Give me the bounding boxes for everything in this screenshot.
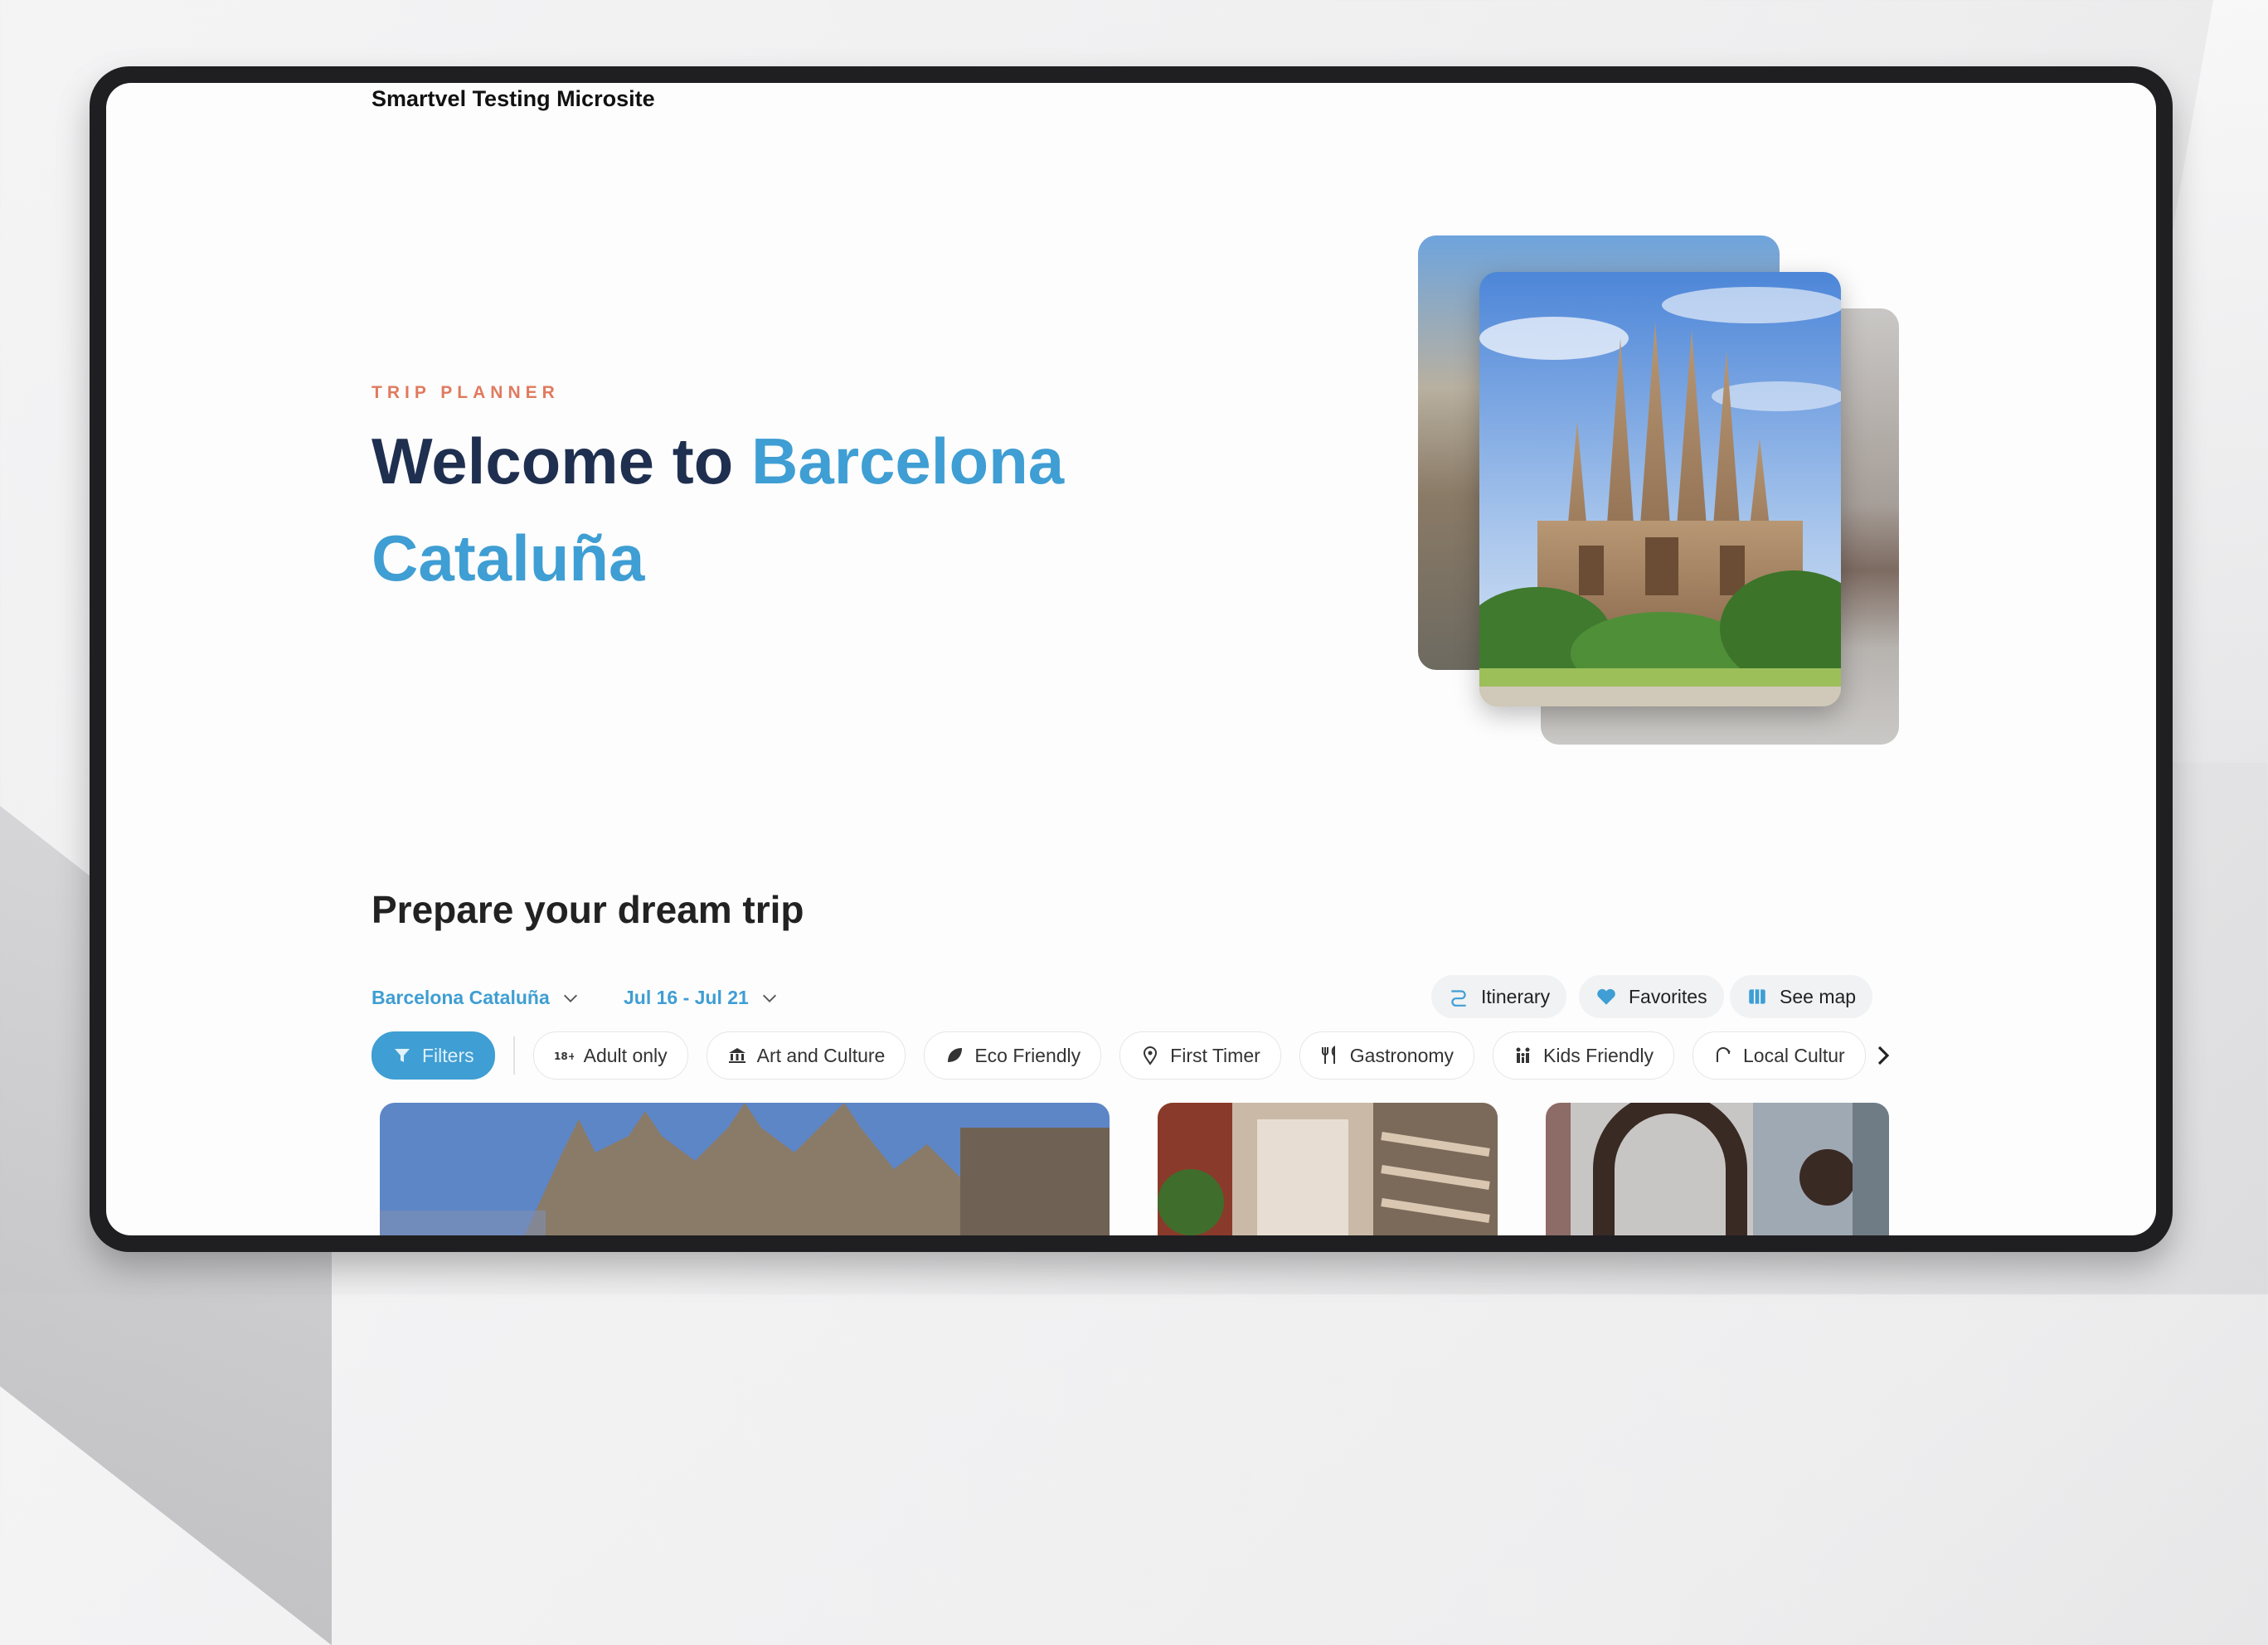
itinerary-label: Itinerary	[1481, 985, 1551, 1007]
card-street-art-image[interactable]	[1546, 1103, 1889, 1235]
favorites-button[interactable]: Favorites	[1579, 975, 1724, 1018]
local-culture-icon	[1716, 1047, 1731, 1062]
chip-label: Kids Friendly	[1543, 1044, 1654, 1066]
chip-kids-friendly[interactable]: Kids Friendly	[1493, 1031, 1674, 1080]
family-icon	[1516, 1047, 1530, 1063]
see-map-button[interactable]: See map	[1730, 975, 1873, 1018]
hero-photo-sagrada-familia	[1479, 272, 1841, 706]
adult-only-18-icon: 18+	[554, 1051, 574, 1062]
hero-eyebrow: TRIP PLANNER	[372, 383, 560, 402]
chip-label: Local Cultur	[1742, 1044, 1845, 1066]
chip-label: Art and Culture	[756, 1044, 886, 1066]
chip-gastronomy[interactable]: Gastronomy	[1299, 1031, 1475, 1080]
leaf-icon	[948, 1048, 963, 1062]
map-icon	[1749, 989, 1765, 1004]
chip-first-timer[interactable]: First Timer	[1119, 1031, 1281, 1080]
category-filter-bar: Filters 18+ Adult only Art and Culture E…	[372, 1031, 1866, 1080]
funnel-icon	[395, 1049, 410, 1062]
chip-local-culture[interactable]: Local Cultur	[1692, 1031, 1866, 1080]
filter-divider	[512, 1036, 515, 1075]
card-cathedral-image[interactable]	[380, 1103, 1110, 1235]
planner-heading: Prepare your dream trip	[372, 888, 804, 931]
chip-label: Eco Friendly	[974, 1044, 1081, 1066]
fork-knife-icon	[1321, 1046, 1335, 1064]
see-map-label: See map	[1780, 985, 1857, 1007]
destination-dropdown[interactable]: Barcelona Cataluña	[372, 987, 580, 1009]
favorites-label: Favorites	[1629, 985, 1707, 1007]
chip-label: Adult only	[583, 1044, 668, 1066]
location-pin-icon	[1144, 1046, 1158, 1065]
itinerary-button[interactable]: Itinerary	[1431, 975, 1567, 1018]
chip-label: First Timer	[1170, 1044, 1260, 1066]
chip-label: Gastronomy	[1349, 1044, 1455, 1066]
museum-icon	[728, 1048, 745, 1063]
heart-icon	[1597, 988, 1615, 1005]
dates-dropdown[interactable]: Jul 16 - Jul 21	[624, 987, 779, 1009]
dates-value: Jul 16 - Jul 21	[624, 987, 749, 1008]
site-title: Smartvel Testing Microsite	[372, 86, 655, 111]
chevron-down-icon	[563, 994, 577, 1002]
hero-title: Welcome to Barcelona Cataluña	[372, 413, 1284, 607]
filters-button[interactable]: Filters	[372, 1031, 495, 1080]
hero-title-prefix: Welcome to	[372, 425, 751, 497]
card-food-image[interactable]	[1158, 1103, 1498, 1235]
chevron-right-icon[interactable]	[1871, 1043, 1896, 1068]
destination-value: Barcelona Cataluña	[372, 987, 550, 1008]
browser-screen: Smartvel Testing Microsite TRIP PLANNER …	[106, 83, 2156, 1235]
route-icon	[1451, 990, 1466, 1007]
chip-art-and-culture[interactable]: Art and Culture	[706, 1031, 906, 1080]
device-frame: Smartvel Testing Microsite TRIP PLANNER …	[90, 66, 2173, 1252]
chip-adult-only[interactable]: 18+ Adult only	[532, 1031, 688, 1080]
chip-eco-friendly[interactable]: Eco Friendly	[924, 1031, 1102, 1080]
svg-text:18+: 18+	[554, 1051, 574, 1062]
chevron-down-icon	[762, 994, 776, 1002]
filters-label: Filters	[422, 1044, 474, 1066]
